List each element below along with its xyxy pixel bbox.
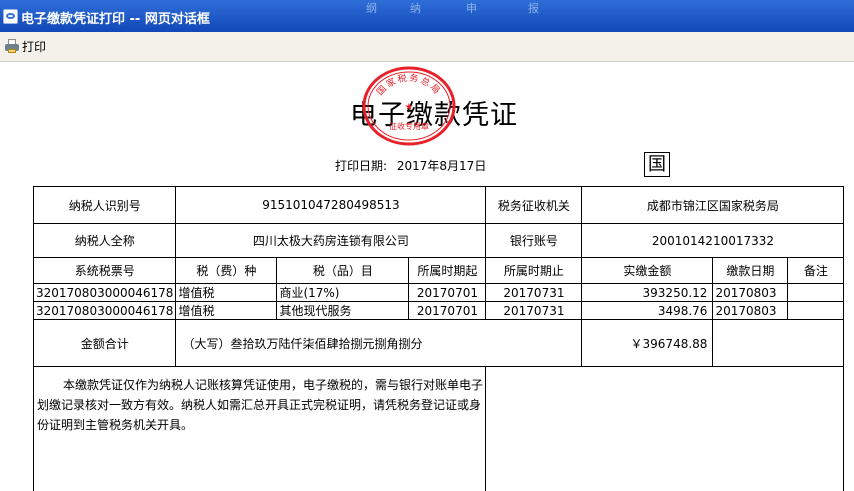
print-date-label: 打印日期: <box>335 159 388 173</box>
notes-text: 本缴款凭证仅作为纳税人记账核算凭证使用，电子缴税的，需与银行对账单电子划缴记录核… <box>32 366 487 491</box>
table-row: 320170803000046178 增值税 商业(17%) 20170701 … <box>32 283 845 302</box>
country-mark-box: 国 <box>644 152 670 177</box>
pay-date: 20170803 <box>712 283 789 302</box>
bank-account-label: 银行账号 <box>485 223 583 258</box>
title-bar: 纲 纳 申 报 电子缴款凭证打印 -- 网页对话框 <box>0 0 854 32</box>
toolbar: 打印 <box>0 32 854 62</box>
taxpayer-id-label: 纳税人识别号 <box>32 186 177 224</box>
tax-type: 增值税 <box>175 301 278 320</box>
printer-icon <box>4 39 20 53</box>
tax-office-value: 成都市锦江区国家税务局 <box>581 186 845 224</box>
taxpayer-name-value: 四川太极大药房连锁有限公司 <box>175 223 487 258</box>
tax-office-label: 税务征收机关 <box>485 186 583 224</box>
column-header: 实缴金额 <box>581 257 714 284</box>
period-end: 20170731 <box>485 283 583 302</box>
period-start: 20170701 <box>408 301 487 320</box>
column-header: 所属时期止 <box>485 257 583 284</box>
print-button[interactable]: 打印 <box>4 37 46 55</box>
table-row: 320170803000046178 增值税 其他现代服务 20170701 2… <box>32 301 845 320</box>
column-header: 缴款日期 <box>712 257 789 284</box>
background-text: 申 <box>466 2 479 15</box>
taxpayer-id-value: 915101047280498513 <box>175 186 487 224</box>
print-date-value: 2017年8月17日 <box>396 159 487 173</box>
svg-text:★: ★ <box>405 102 414 113</box>
taxpayer-name-label: 纳税人全称 <box>32 223 177 258</box>
ticket-number: 320170803000046178 <box>32 283 177 302</box>
tax-item: 其他现代服务 <box>276 301 410 320</box>
column-header: 税（费）种 <box>175 257 278 284</box>
pay-date: 20170803 <box>712 301 789 320</box>
voucher-page: 电子缴款凭证 国家税务总局 ★ 征收专用章 打印日期: 2017年8月17日 国… <box>0 62 854 491</box>
tax-type: 增值税 <box>175 283 278 302</box>
remark <box>787 283 845 302</box>
background-text: 纳 <box>410 2 423 15</box>
print-date-line: 打印日期: 2017年8月17日 <box>335 157 492 174</box>
period-end: 20170731 <box>485 301 583 320</box>
seal-text: 国家税务总局 <box>375 72 442 98</box>
tax-item: 商业(17%) <box>276 283 410 302</box>
bank-account-value: 2001014210017332 <box>581 223 845 258</box>
paid-amount: 393250.12 <box>581 283 714 302</box>
svg-text:国家税务总局: 国家税务总局 <box>375 72 444 98</box>
print-button-label: 打印 <box>22 39 47 54</box>
column-header: 系统税票号 <box>32 257 177 284</box>
voucher-table: 纳税人识别号 915101047280498513 税务征收机关 成都市锦江区国… <box>32 186 845 491</box>
background-text: 报 <box>528 2 541 15</box>
column-header: 备注 <box>787 257 845 284</box>
column-header: 税（品）目 <box>276 257 410 284</box>
period-start: 20170701 <box>408 283 487 302</box>
total-amount: ￥396748.88 <box>581 319 714 367</box>
background-text: 纲 <box>366 2 379 15</box>
ticket-number: 320170803000046178 <box>32 301 177 320</box>
official-seal-icon: 国家税务总局 ★ 征收专用章 <box>362 66 456 146</box>
ie-app-icon <box>3 9 18 24</box>
total-label: 金额合计 <box>32 319 177 367</box>
column-header: 所属时期起 <box>408 257 487 284</box>
seal-sub-text: 征收专用章 <box>389 121 429 131</box>
window-title: 电子缴款凭证打印 -- 网页对话框 <box>21 12 210 27</box>
notes-blank <box>485 366 845 491</box>
remark <box>787 301 845 320</box>
total-blank <box>712 319 845 367</box>
total-in-words: （大写）叁拾玖万陆仟柒佰肆拾捌元捌角捌分 <box>175 319 583 367</box>
paid-amount: 3498.76 <box>581 301 714 320</box>
